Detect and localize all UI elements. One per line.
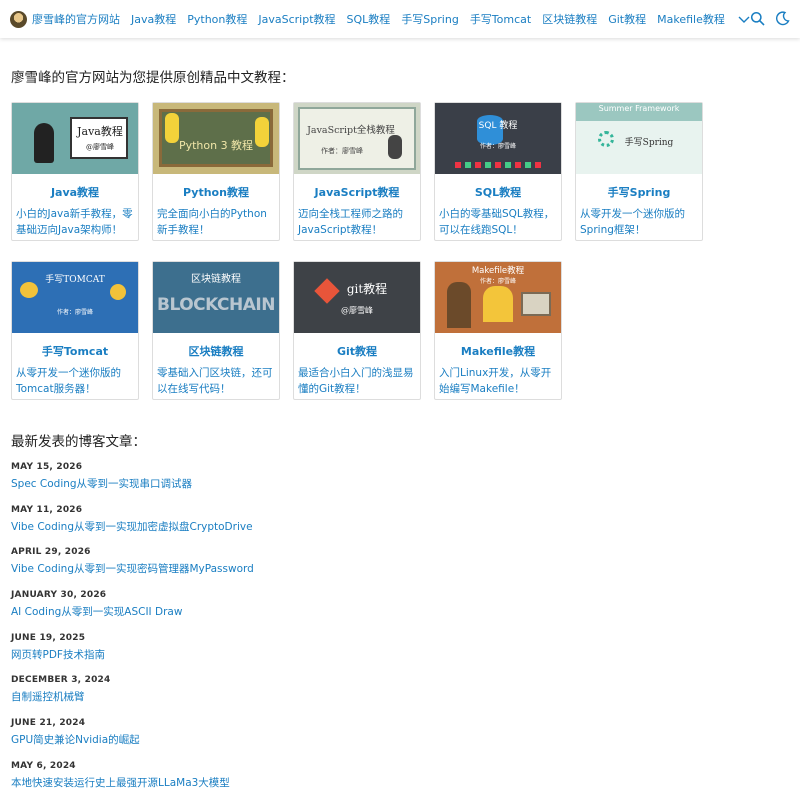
post-date: JUNE 19, 2025	[11, 632, 86, 643]
course-card-git[interactable]: git教程 @廖雪峰 Git教程 最适合小白入门的浅显易懂的Git教程！	[293, 261, 421, 400]
thumb-subtitle: 作者：廖雪峰	[56, 308, 93, 316]
thumb-subtitle: 作者：廖雪峰	[479, 278, 516, 285]
moon-icon[interactable]	[775, 11, 790, 26]
intro-heading: 廖雪峰的官方网站为您提供原创精品中文教程：	[11, 70, 295, 86]
list-item: MAY 6, 2024 本地快速安装运行史上最强开源LLaMa3大模型	[11, 761, 711, 800]
course-desc[interactable]: 最适合小白入门的浅显易懂的Git教程！	[294, 365, 420, 397]
search-icon[interactable]	[750, 11, 765, 26]
post-date: DECEMBER 3, 2024	[11, 675, 111, 686]
course-title[interactable]: 区块链教程	[153, 343, 279, 359]
course-title[interactable]: Java教程	[12, 184, 138, 200]
course-desc[interactable]: 完全面向小白的Python新手教程！	[153, 206, 279, 238]
nav-javascript[interactable]: JavaScript教程	[258, 11, 335, 27]
top-navbar: 廖雪峰的官方网站 Java教程 Python教程 JavaScript教程 SQ…	[0, 0, 800, 38]
post-title-link[interactable]: Vibe Coding从零到一实现加密虚拟盘CryptoDrive	[11, 519, 711, 534]
nav-spring[interactable]: 手写Spring	[401, 11, 459, 27]
list-item: JANUARY 30, 2026 AI Coding从零到一实现ASCII Dr…	[11, 590, 711, 633]
thumb-title: 手写TOMCAT	[45, 274, 105, 285]
top-right-tools	[750, 11, 790, 26]
course-thumbnail[interactable]: git教程 @廖雪峰	[294, 262, 420, 333]
list-item: MAY 15, 2026 Spec Coding从零到一实现串口调试器	[11, 462, 711, 505]
course-card-tomcat[interactable]: 手写TOMCAT 作者：廖雪峰 手写Tomcat 从零开发一个迷你版的Tomca…	[11, 261, 139, 400]
course-thumbnail[interactable]: Makefile教程 作者：廖雪峰	[435, 262, 561, 333]
course-title[interactable]: 手写Spring	[576, 184, 702, 200]
course-desc[interactable]: 小白的零基础SQL教程，可以在线跑SQL！	[435, 206, 561, 238]
nav-git[interactable]: Git教程	[608, 11, 646, 27]
site-name-link[interactable]: 廖雪峰的官方网站	[32, 11, 120, 27]
course-title[interactable]: 手写Tomcat	[12, 343, 138, 359]
post-title-link[interactable]: AI Coding从零到一实现ASCII Draw	[11, 604, 711, 619]
nav-python[interactable]: Python教程	[187, 11, 247, 27]
course-desc[interactable]: 小白的Java新手教程，零基础迈向Java架构师！	[12, 206, 138, 238]
post-title-link[interactable]: Spec Coding从零到一实现串口调试器	[11, 476, 711, 491]
post-title-link[interactable]: 本地快速安装运行史上最强开源LLaMa3大模型	[11, 775, 711, 790]
post-date: MAY 6, 2024	[11, 760, 76, 771]
course-card-spring[interactable]: Summer Framework 手写Spring 手写Spring 从零开发一…	[575, 102, 703, 241]
course-thumbnail[interactable]: Python 3 教程	[153, 103, 279, 174]
thumb-title: 手写Spring	[624, 138, 674, 148]
nav-tomcat[interactable]: 手写Tomcat	[470, 11, 531, 27]
list-item: MAY 11, 2026 Vibe Coding从零到一实现加密虚拟盘Crypt…	[11, 505, 711, 548]
course-title[interactable]: JavaScript教程	[294, 184, 420, 200]
course-card-makefile[interactable]: Makefile教程 作者：廖雪峰 Makefile教程 入门Linux开发，从…	[434, 261, 562, 400]
course-thumbnail[interactable]: 手写TOMCAT 作者：廖雪峰	[12, 262, 138, 333]
list-item: JUNE 19, 2025 网页转PDF技术指南	[11, 633, 711, 676]
course-thumbnail[interactable]: Summer Framework 手写Spring	[576, 103, 702, 174]
course-card-python[interactable]: Python 3 教程 Python教程 完全面向小白的Python新手教程！	[152, 102, 280, 241]
course-card-blockchain[interactable]: 区块链教程 BLOCKCHAIN 区块链教程 零基础入门区块链，还可以在线写代码…	[152, 261, 280, 400]
thumb-title: JavaScript全栈教程	[307, 124, 395, 136]
course-title[interactable]: Git教程	[294, 343, 420, 359]
course-thumbnail[interactable]: JavaScript全栈教程 作者：廖雪峰	[294, 103, 420, 174]
course-title[interactable]: Makefile教程	[435, 343, 561, 359]
post-date: JUNE 21, 2024	[11, 718, 86, 729]
course-card-java[interactable]: Java教程 @廖雪峰 Java教程 小白的Java新手教程，零基础迈向Java…	[11, 102, 139, 241]
blog-list: MAY 15, 2026 Spec Coding从零到一实现串口调试器 MAY …	[11, 462, 711, 800]
thumb-title: git教程	[346, 281, 388, 296]
post-title-link[interactable]: 自制遥控机械臂	[11, 689, 711, 704]
course-thumbnail[interactable]: SQL 教程 作者：廖雪峰	[435, 103, 561, 174]
nav-java[interactable]: Java教程	[131, 11, 176, 27]
nav-blockchain[interactable]: 区块链教程	[542, 11, 597, 27]
nav-sql[interactable]: SQL教程	[347, 11, 391, 27]
post-date: JANUARY 30, 2026	[11, 590, 107, 601]
nav-makefile[interactable]: Makefile教程	[657, 11, 725, 27]
list-item: DECEMBER 3, 2024 自制遥控机械臂	[11, 675, 711, 718]
thumb-subtitle: 作者：廖雪峰	[479, 142, 516, 150]
post-date: MAY 11, 2026	[11, 504, 83, 515]
post-title-link[interactable]: 网页转PDF技术指南	[11, 647, 711, 662]
thumb-subtitle: @廖雪峰	[86, 143, 114, 151]
main-nav: Java教程 Python教程 JavaScript教程 SQL教程 手写Spr…	[131, 11, 751, 27]
post-title-link[interactable]: GPU简史兼论Nvidia的崛起	[11, 732, 711, 747]
thumb-title: Python 3 教程	[178, 138, 254, 152]
thumb-title: 区块链教程	[191, 274, 241, 285]
course-desc[interactable]: 零基础入门区块链，还可以在线写代码！	[153, 365, 279, 397]
thumb-title: SQL 教程	[478, 120, 518, 131]
thumb-title: Java教程	[77, 125, 123, 138]
blog-heading: 最新发表的博客文章：	[11, 434, 146, 450]
thumb-subtitle: 作者：廖雪峰	[321, 146, 363, 155]
course-grid: Java教程 @廖雪峰 Java教程 小白的Java新手教程，零基础迈向Java…	[11, 102, 711, 400]
course-title[interactable]: Python教程	[153, 184, 279, 200]
course-card-sql[interactable]: SQL 教程 作者：廖雪峰 SQL教程 小白的零基础SQL教程，可以在线跑SQL…	[434, 102, 562, 241]
course-desc[interactable]: 从零开发一个迷你版的Tomcat服务器！	[12, 365, 138, 397]
thumb-subtitle: BLOCKCHAIN	[157, 295, 275, 315]
course-card-javascript[interactable]: JavaScript全栈教程 作者：廖雪峰 JavaScript教程 迈向全栈工…	[293, 102, 421, 241]
post-date: MAY 15, 2026	[11, 462, 83, 472]
chevron-down-icon[interactable]	[737, 12, 751, 26]
thumb-title: Makefile教程	[471, 266, 525, 276]
thumb-subtitle: @廖雪峰	[341, 305, 373, 315]
list-item: JUNE 21, 2024 GPU简史兼论Nvidia的崛起	[11, 718, 711, 761]
list-item: APRIL 29, 2026 Vibe Coding从零到一实现密码管理器MyP…	[11, 547, 711, 590]
course-thumbnail[interactable]: Java教程 @廖雪峰	[12, 103, 138, 174]
post-date: APRIL 29, 2026	[11, 547, 91, 558]
post-title-link[interactable]: Vibe Coding从零到一实现密码管理器MyPassword	[11, 561, 711, 576]
course-desc[interactable]: 从零开发一个迷你版的Spring框架！	[576, 206, 702, 238]
logo-icon[interactable]	[10, 10, 27, 28]
course-title[interactable]: SQL教程	[435, 184, 561, 200]
course-desc[interactable]: 入门Linux开发，从零开始编写Makefile！	[435, 365, 561, 397]
course-thumbnail[interactable]: 区块链教程 BLOCKCHAIN	[153, 262, 279, 333]
course-desc[interactable]: 迈向全栈工程师之路的JavaScript教程！	[294, 206, 420, 238]
